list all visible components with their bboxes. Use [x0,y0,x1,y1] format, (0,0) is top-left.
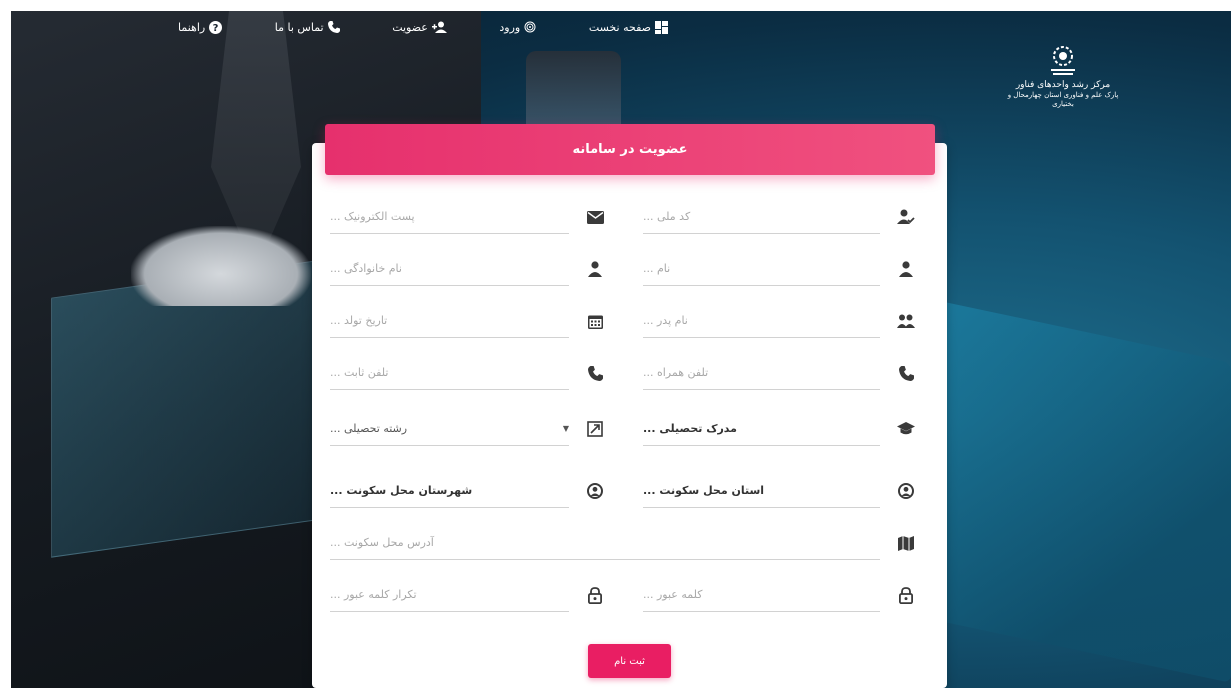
national-code-field: کد ملی ... [643,200,918,234]
nav-label: عضویت [392,20,428,34]
province-field: استان محل سکونت ... [643,474,918,508]
national-code-input[interactable]: کد ملی ... [643,200,880,234]
fingerprint-icon [524,21,536,33]
birth-date-input[interactable]: تاریخ تولد ... [330,304,569,338]
password-repeat-field: تکرار کلمه عبور ... [330,578,607,612]
phone-icon [327,21,340,33]
degree-field: مدرک تحصیلی ... [643,412,918,446]
nav-item-register[interactable]: عضویت [392,16,447,38]
password-field: کلمه عبور ... [643,578,918,612]
user-circle-icon [583,479,607,503]
logo-subtitle: پارک علم و فناوری استان چهارمحال و بختیا… [1007,91,1119,108]
background-laptop [931,299,1231,683]
top-nav: صفحه نخست ورود عضویت تماس با ما ? راهنما [178,16,668,38]
nav-label: ورود [499,20,521,34]
phone-field: تلفن ثابت ... [330,356,607,390]
map-icon [894,531,918,555]
address-input[interactable]: آدرس محل سکونت ... [330,526,880,560]
password-repeat-input[interactable]: تکرار کلمه عبور ... [330,578,569,612]
field-of-study-field: رشته تحصیلی ... ▼ [330,412,607,446]
study-field-icon [583,417,607,441]
dashboard-icon [655,20,668,34]
last-name-input[interactable]: نام خانوادگی ... [330,252,569,286]
register-submit-button[interactable]: ثبت نام [588,644,671,678]
email-input[interactable]: پست الکترونیک ... [330,200,569,234]
password-input[interactable]: کلمه عبور ... [643,578,880,612]
background-cloud [131,226,311,306]
province-select[interactable]: استان محل سکونت ... [643,474,880,508]
logo-emblem-icon [1003,44,1123,78]
address-field: آدرس محل سکونت ... [330,526,918,560]
phone-icon [894,361,918,385]
nav-item-contact[interactable]: تماس با ما [275,16,340,38]
mobile-field: تلفن همراه ... [643,356,918,390]
degree-select[interactable]: مدرک تحصیلی ... [643,412,880,446]
envelope-icon [583,205,607,229]
lock-icon [583,583,607,607]
field-of-study-select[interactable]: رشته تحصیلی ... ▼ [330,412,569,446]
nav-label: تماس با ما [274,20,324,34]
help-icon: ? [209,20,223,34]
phone-icon [583,361,607,385]
nav-item-login[interactable]: ورود [499,16,536,38]
person-icon [894,257,918,281]
logo-title: مرکز رشد واحدهای فناور [1015,80,1111,90]
nav-label: راهنما [178,20,206,34]
field-of-study-value: رشته تحصیلی ... [330,422,408,435]
person-icon [583,257,607,281]
birth-date-field: تاریخ تولد ... [330,304,607,338]
chevron-down-icon: ▼ [562,424,569,433]
first-name-input[interactable]: نام ... [643,252,880,286]
add-user-icon [431,21,447,33]
users-icon [894,309,918,333]
first-name-field: نام ... [643,252,918,286]
phone-input[interactable]: تلفن ثابت ... [330,356,569,390]
email-field: پست الکترونیک ... [330,200,607,234]
father-name-input[interactable]: نام پدر ... [643,304,880,338]
nav-item-home[interactable]: صفحه نخست [589,16,668,38]
calendar-icon [583,309,607,333]
city-field: شهرستان محل سکونت ... [330,474,607,508]
city-select[interactable]: شهرستان محل سکونت ... [330,474,569,508]
graduation-cap-icon [894,417,918,441]
nav-label: صفحه نخست [588,20,651,34]
user-circle-icon [894,479,918,503]
form-title: عضویت در سامانه [325,124,935,175]
user-check-icon [894,205,918,229]
last-name-field: نام خانوادگی ... [330,252,607,286]
svg-text:?: ? [213,23,219,34]
incubator-logo: مرکز رشد واحدهای فناور پارک علم و فناوری… [1003,44,1123,109]
nav-item-help[interactable]: ? راهنما [178,16,223,38]
mobile-input[interactable]: تلفن همراه ... [643,356,880,390]
father-name-field: نام پدر ... [643,304,918,338]
lock-icon [894,583,918,607]
